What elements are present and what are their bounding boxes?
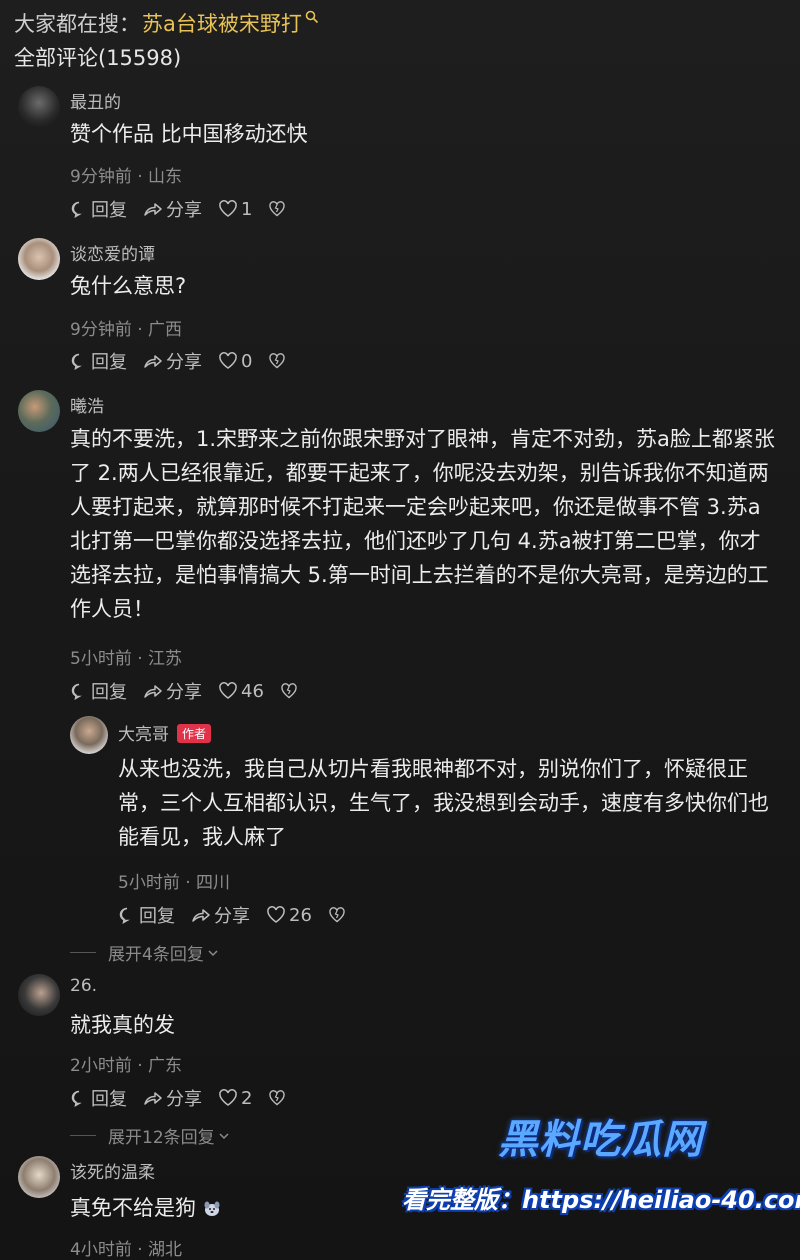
comment-username[interactable]: 曦浩 [70,392,104,417]
dog-emoji-icon [204,1201,220,1216]
comment-username[interactable]: 谈恋爱的谭 [70,240,155,265]
share-button[interactable]: 分享 [143,196,202,222]
share-icon [144,685,162,698]
broken-heart-icon [329,907,345,923]
share-icon [144,355,162,368]
reply-icon [71,353,82,370]
search-icon[interactable] [305,10,319,24]
comment-text: 赞个作品 比中国移动还快 [70,122,308,146]
broken-heart-icon [269,1090,286,1106]
comment-meta: 9分钟前 · 广西 [70,320,183,340]
avatar[interactable] [18,390,60,432]
share-button[interactable]: 分享 [143,1085,202,1111]
dislike-button[interactable] [328,906,349,924]
reply-button[interactable]: 回复 [70,348,127,374]
like-button[interactable]: 2 [218,1088,252,1109]
comment-text: 就我真的发 [70,1013,175,1037]
comment-text: 从来也没洗，我自己从切片看我眼神都不对，别说你们了，怀疑很正常，三个人互相都认识… [118,757,769,849]
reply-button[interactable]: 回复 [70,678,127,704]
heart-icon [219,352,237,369]
dislike-button[interactable] [268,200,289,218]
share-icon [144,203,162,216]
comment-meta: 5小时前 · 江苏 [70,649,183,669]
reply-icon [71,683,82,700]
chevron-down-icon [219,1132,229,1139]
broken-heart-icon [281,683,297,699]
comment-meta: 5小时前 · 四川 [118,873,231,893]
avatar[interactable] [18,974,60,1016]
author-badge: 作者 [177,724,212,743]
like-button[interactable]: 1 [218,199,252,220]
dislike-button[interactable] [268,352,289,370]
heart-icon [267,906,285,923]
share-button[interactable]: 分享 [143,678,202,704]
comment-meta: 2小时前 · 广东 [70,1056,183,1076]
comment-text: 真的不要洗，1.宋野来之前你跟宋野对了眼神，肯定不对劲，苏a脸上都紧张了 2.两… [70,427,775,621]
like-button[interactable]: 46 [218,681,264,702]
comments-count-title: 全部评论(15598) [14,46,182,70]
share-button[interactable]: 分享 [191,902,250,928]
comment-actions: 回复 分享 0 [70,348,305,374]
comment-username[interactable]: 大亮哥 作者 [118,720,212,745]
dislike-button[interactable] [268,1089,289,1107]
broken-heart-icon [269,353,286,369]
avatar[interactable] [70,716,108,754]
search-suggestion[interactable]: 大家都在搜： 苏a台球被宋野打 [14,6,319,40]
comment-actions: 回复 分享 46 [70,678,317,704]
heart-icon [219,200,237,217]
like-count: 1 [241,198,253,220]
like-button[interactable]: 26 [266,905,312,926]
comment-actions: 回复 分享 26 [118,902,365,928]
like-count: 0 [241,350,253,372]
chevron-down-icon [208,949,218,956]
like-count: 26 [289,904,312,926]
like-button[interactable]: 0 [218,351,252,372]
comment-actions: 回复 分享 2 [70,1085,305,1111]
like-count: 46 [241,680,264,702]
reply-icon [71,1090,82,1107]
reply-icon [119,907,130,924]
comment-text: 兔什么意思? [70,274,187,298]
comment-username[interactable]: 26. [70,976,97,996]
share-button[interactable]: 分享 [143,348,202,374]
avatar[interactable] [18,238,60,280]
reply-button[interactable]: 回复 [118,902,175,928]
comment-username[interactable]: 该死的温柔 [70,1158,155,1183]
reply-button[interactable]: 回复 [70,196,127,222]
like-count: 2 [241,1087,253,1109]
watermark-logo: 黑料吃瓜网 [498,1117,703,1163]
heart-icon [219,1089,237,1106]
comment-meta: 9分钟前 · 山东 [70,167,183,187]
avatar[interactable] [18,1156,60,1198]
search-prefix: 大家都在搜： [14,12,140,36]
share-icon [192,909,210,922]
expand-replies-button[interactable]: 展开12条回复 [70,1123,231,1148]
comments-page: 大家都在搜： 苏a台球被宋野打 全部评论(15598) 最丑的 赞个作品 比中国… [0,0,800,1260]
dislike-button[interactable] [280,682,301,700]
heart-icon [219,682,237,699]
comment-username[interactable]: 最丑的 [70,88,121,113]
comment-meta: 4小时前 · 湖北 [70,1240,183,1260]
reply-button[interactable]: 回复 [70,1085,127,1111]
search-query[interactable]: 苏a台球被宋野打 [142,8,302,38]
comment-actions: 回复 分享 1 [70,196,305,222]
share-icon [144,1092,162,1105]
expand-replies-button[interactable]: 展开4条回复 [70,940,220,965]
avatar[interactable] [18,86,60,128]
watermark-link[interactable]: 看完整版：https://heiliao-40.com [402,1180,800,1215]
reply-icon [71,201,82,218]
broken-heart-icon [269,201,286,217]
